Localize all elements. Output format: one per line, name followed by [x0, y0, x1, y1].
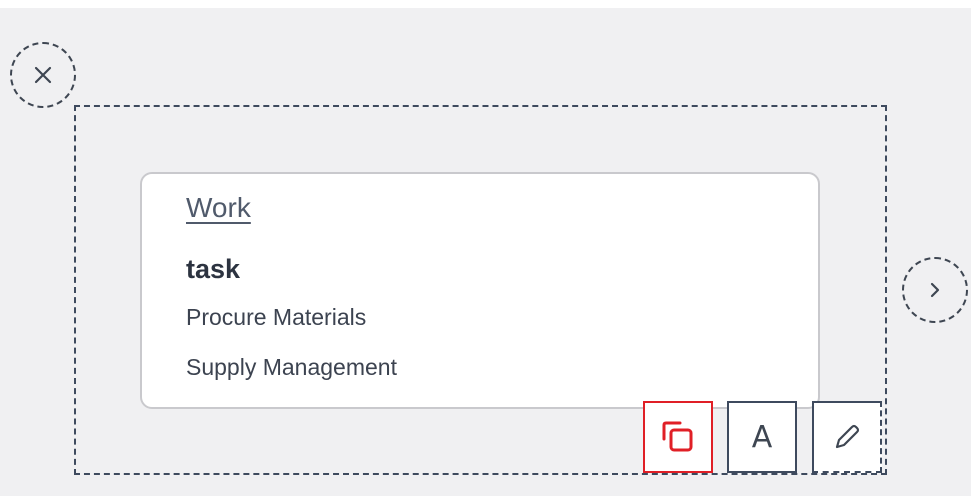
chevron-right-icon	[930, 282, 940, 298]
close-icon	[34, 66, 52, 84]
edit-button[interactable]	[812, 401, 882, 473]
duplicate-button[interactable]	[643, 401, 713, 473]
pencil-icon	[835, 424, 860, 449]
node-card[interactable]: Work task Procure Materials Supply Manag…	[140, 172, 820, 409]
duplicate-icon	[662, 421, 693, 452]
close-button[interactable]	[10, 42, 76, 108]
font-icon: A	[751, 419, 773, 455]
card-type-label: task	[186, 254, 241, 284]
card-title-link[interactable]: Work	[186, 192, 251, 224]
next-button[interactable]	[902, 257, 968, 323]
card-category: Supply Management	[186, 354, 397, 380]
card-name: Procure Materials	[186, 304, 367, 330]
text-style-button[interactable]: A	[727, 401, 797, 473]
